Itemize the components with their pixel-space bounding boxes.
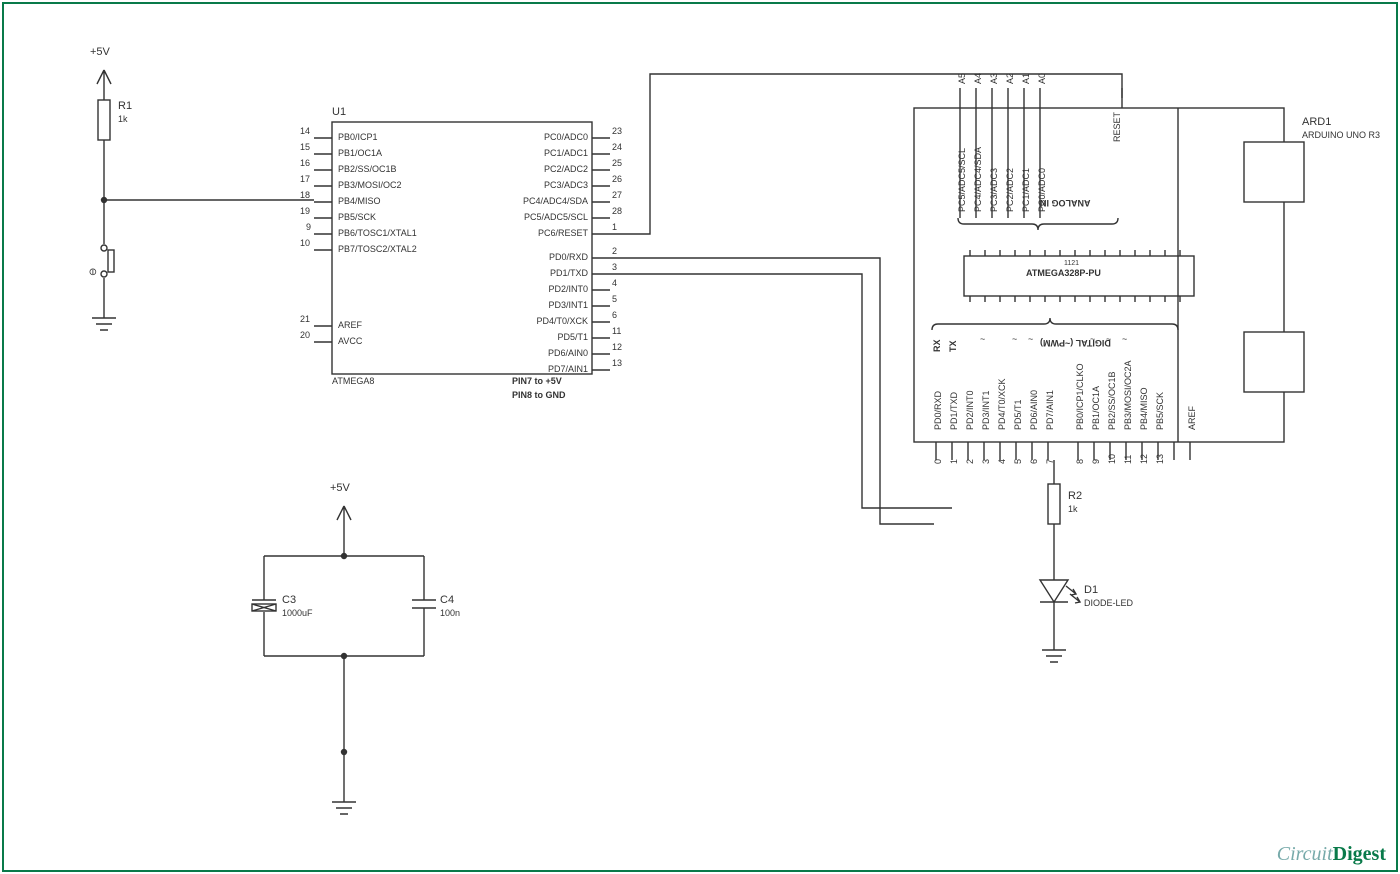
svg-text:⊖: ⊖ — [88, 268, 99, 276]
ard1-part: ARDUINO UNO R3 — [1302, 130, 1380, 140]
c3-val: 1000uF — [282, 608, 313, 618]
d1-ref: D1 — [1084, 584, 1098, 596]
u1-note1: PIN7 to +5V — [512, 376, 562, 386]
c3-ref: C3 — [282, 594, 296, 606]
c4-ref: C4 — [440, 594, 454, 606]
r1-ref: R1 — [118, 100, 132, 112]
d1-val: DIODE-LED — [1084, 598, 1133, 608]
u1-ref: U1 — [332, 106, 346, 118]
analog-header: ANALOG IN — [1040, 198, 1091, 208]
u1-note2: PIN8 to GND — [512, 390, 566, 400]
ard1-chip-sub: 1121 — [1064, 260, 1079, 267]
ard1-chip: ATMEGA328P-PU — [1026, 268, 1101, 278]
r2-val: 1k — [1068, 504, 1078, 514]
power-5v-top: +5V — [90, 46, 110, 58]
c4-val: 100n — [440, 608, 460, 618]
u1-part: ATMEGA8 — [332, 376, 374, 386]
power-5v-mid: +5V — [330, 482, 350, 494]
digital-header: DIGITAL (~PWM) — [1040, 338, 1111, 348]
reset-label: RESET — [1112, 112, 1122, 142]
ard1-ref: ARD1 — [1302, 116, 1331, 128]
r1-val: 1k — [118, 114, 128, 124]
r2-ref: R2 — [1068, 490, 1082, 502]
watermark: CircuitDigest — [1277, 843, 1386, 866]
schematic-canvas: ⊖ — [12, 12, 1388, 862]
